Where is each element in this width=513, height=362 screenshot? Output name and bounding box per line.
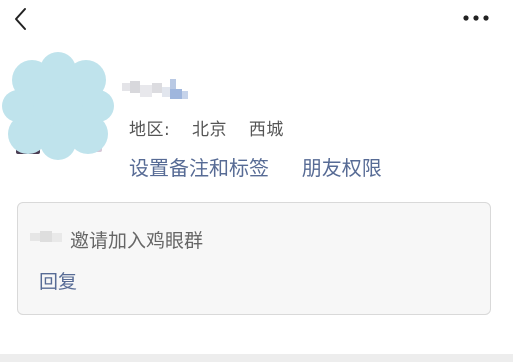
region-district: 西城 <box>248 120 284 140</box>
avatar[interactable] <box>2 52 114 160</box>
profile-actions: 设置备注和标签 朋友权限 <box>129 152 382 181</box>
chevron-left-icon <box>15 8 26 30</box>
section-divider <box>0 354 513 362</box>
more-dots-icon <box>463 15 489 21</box>
sender-name-blurred <box>30 229 66 243</box>
friend-permission-link[interactable]: 朋友权限 <box>302 156 382 180</box>
set-remark-link[interactable]: 设置备注和标签 <box>129 156 269 180</box>
back-button[interactable] <box>8 4 36 34</box>
region-label: 地区: <box>129 120 171 140</box>
region-city: 北京 <box>192 120 228 140</box>
avatar-image <box>2 52 114 160</box>
top-bar <box>0 0 513 40</box>
blurred-text-image <box>30 231 62 242</box>
blurred-text-image <box>122 79 188 99</box>
region-info: 地区: 北京 西城 <box>129 115 284 140</box>
more-button[interactable] <box>458 8 494 28</box>
friend-request-card: 邀请加入鸡眼群 回复 <box>17 202 491 315</box>
nickname-blurred <box>120 79 192 101</box>
request-message: 邀请加入鸡眼群 <box>70 230 204 252</box>
reply-link[interactable]: 回复 <box>39 267 77 294</box>
